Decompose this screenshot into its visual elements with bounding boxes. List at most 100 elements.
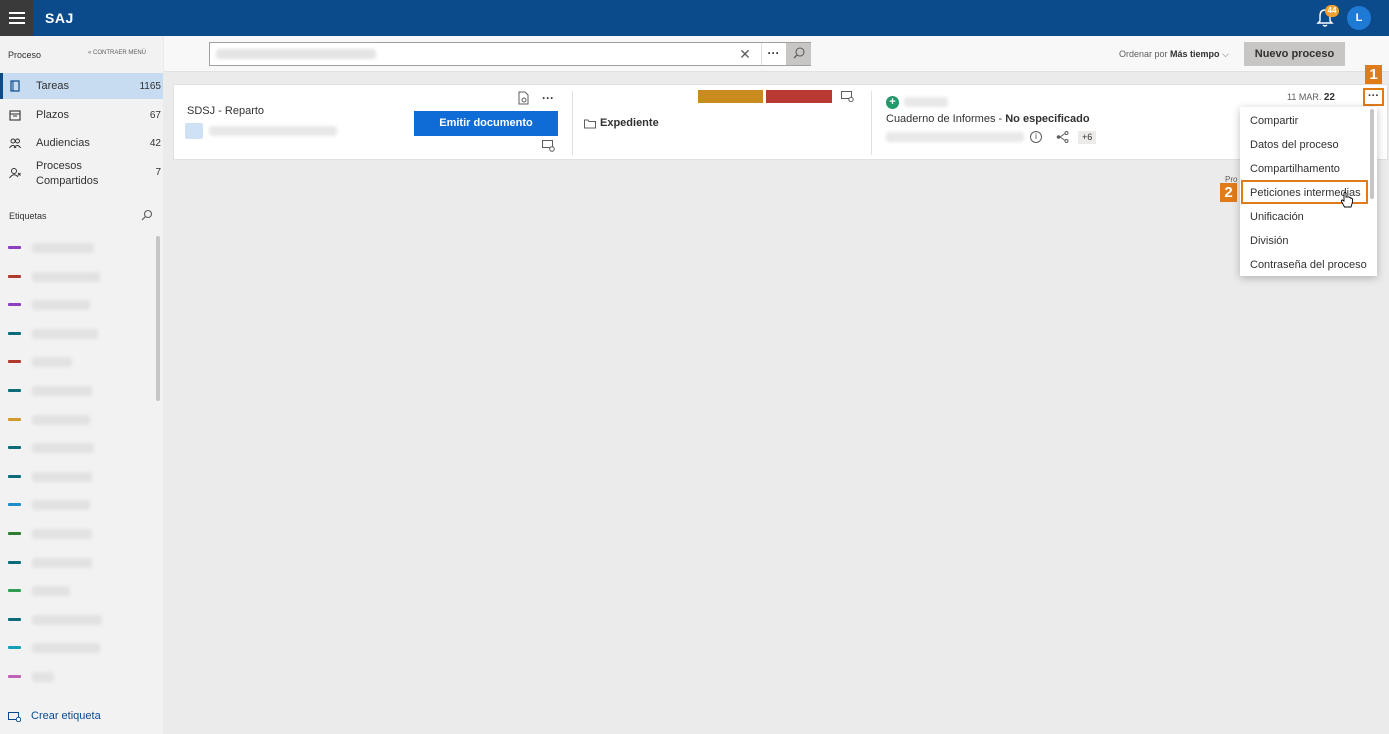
share-icon[interactable] (1056, 131, 1069, 143)
menu-item-unificacion[interactable]: Unificación (1240, 204, 1377, 228)
search-icon[interactable] (141, 209, 153, 221)
hand-cursor-icon (1340, 192, 1353, 208)
menu-scrollbar[interactable] (1370, 109, 1374, 199)
tag-color-marker (8, 646, 21, 650)
process-number[interactable] (209, 126, 337, 136)
tag-item[interactable] (8, 270, 158, 284)
tag-label (32, 643, 100, 654)
sidebar-scrollbar[interactable] (156, 236, 160, 401)
menu-item-compartilhamento[interactable]: Compartilhamento (1240, 156, 1377, 180)
tag-item[interactable] (8, 670, 158, 684)
expediente-link[interactable]: Expediente (600, 117, 659, 129)
clear-icon[interactable]: ✕ (738, 46, 752, 62)
tag-item[interactable] (8, 556, 158, 570)
tag-color-marker (8, 474, 21, 478)
menu-item-label: Compartir (1250, 115, 1299, 127)
tag-item[interactable] (8, 527, 158, 541)
tag-label (32, 471, 92, 482)
cuaderno-label: Cuaderno de Informes - (886, 113, 1006, 125)
tag-item[interactable] (8, 584, 158, 598)
menu-item-contrasena-del-proceso[interactable]: Contraseña del proceso (1240, 252, 1377, 276)
tag-item[interactable] (8, 413, 158, 427)
tag-label (32, 443, 94, 454)
menu-item-compartir[interactable]: Compartir (1240, 108, 1377, 132)
sort-dropdown[interactable]: Ordenar por Más tiempo ⌵ (1119, 49, 1229, 60)
tag-label (32, 614, 102, 625)
tag-label (32, 529, 92, 539)
sidebar-item-count: 1165 (139, 81, 161, 92)
party-name (904, 97, 948, 107)
display-settings-icon[interactable] (841, 91, 854, 102)
tag-chip-orange[interactable] (698, 90, 763, 103)
tag-item[interactable] (8, 327, 158, 341)
tag-color-marker (8, 589, 21, 593)
process-title: SDSJ - Reparto (187, 105, 265, 117)
tag-item[interactable] (8, 441, 158, 455)
search-icon (793, 47, 805, 59)
tag-item[interactable] (8, 498, 158, 512)
add-icon[interactable]: + (886, 96, 899, 109)
tags-header: Etiquetas (9, 211, 47, 221)
sidebar-item-count: 42 (149, 138, 161, 149)
sidebar-item-procesos-compartidos[interactable]: Procesos Compartidos 7 (0, 158, 163, 190)
display-settings-icon[interactable] (542, 140, 555, 152)
sidebar-item-count: 67 (149, 110, 161, 121)
top-bar: SAJ 44 L (0, 0, 1389, 36)
tag-item[interactable] (8, 613, 158, 627)
tag-item[interactable] (8, 298, 158, 312)
search-button[interactable] (786, 43, 811, 65)
hamburger-menu-button[interactable] (0, 0, 33, 36)
sidebar-item-tareas[interactable]: Tareas 1165 (0, 73, 163, 99)
user-avatar[interactable]: L (1347, 6, 1371, 30)
tag-color-marker (8, 675, 21, 678)
info-icon[interactable]: i (1030, 131, 1042, 143)
tag-color-marker (8, 503, 21, 507)
app-brand[interactable]: SAJ (45, 10, 74, 26)
tag-label (32, 414, 90, 425)
card-more-options-button[interactable]: ··· (1363, 88, 1384, 106)
sidebar-item-audiencias[interactable]: Audiencias 42 (0, 130, 163, 156)
sort-prefix: Ordenar por (1119, 49, 1168, 59)
tag-color-marker (8, 246, 21, 249)
cuaderno-value: No especificado (1005, 113, 1090, 125)
emit-document-button[interactable]: Emitir documento (414, 111, 558, 136)
more-count-badge[interactable]: +6 (1078, 131, 1097, 144)
menu-item-label: Datos del proceso (1250, 139, 1339, 151)
tag-label (32, 300, 90, 311)
tag-item[interactable] (8, 384, 158, 398)
tag-chip-red[interactable] (766, 90, 832, 103)
tag-label (32, 357, 72, 368)
sidebar-item-label: Audiencias (36, 137, 90, 149)
process-icon (185, 123, 203, 139)
calendar-icon (9, 110, 21, 121)
search-options-button[interactable]: ··· (761, 43, 785, 65)
shared-icon (9, 168, 21, 179)
document-icon[interactable] (517, 91, 529, 105)
create-tag-label: Crear etiqueta (31, 710, 101, 722)
more-options-icon[interactable]: ··· (542, 91, 554, 105)
tag-color-marker (8, 274, 21, 278)
process-card[interactable]: SDSJ - Reparto ··· Emitir documento Expe… (173, 84, 1388, 160)
process-details (886, 132, 1024, 142)
sidebar-item-label: Procesos Compartidos (36, 160, 99, 187)
folder-icon (584, 119, 596, 129)
menu-item-label: Unificación (1250, 211, 1304, 223)
sidebar-item-plazos[interactable]: Plazos 67 (0, 102, 163, 128)
tag-item[interactable] (8, 470, 158, 484)
tag-label (32, 328, 98, 339)
new-process-button[interactable]: Nuevo proceso (1244, 42, 1345, 66)
search-box[interactable]: ✕ ··· (209, 42, 811, 66)
tag-label (32, 557, 92, 568)
menu-item-datos-del-proceso[interactable]: Datos del proceso (1240, 132, 1377, 156)
menu-item-label: Compartilhamento (1250, 163, 1340, 175)
tag-item[interactable] (8, 355, 158, 369)
search-input[interactable] (216, 49, 376, 59)
tag-color-marker (8, 417, 21, 421)
collapse-menu-button[interactable]: « CONTRAER MENÚ (88, 50, 146, 56)
menu-item-division[interactable]: División (1240, 228, 1377, 252)
divider (572, 91, 573, 155)
tag-item[interactable] (8, 241, 158, 255)
divider (871, 91, 872, 155)
tag-item[interactable] (8, 641, 158, 655)
tag-label (32, 500, 90, 511)
